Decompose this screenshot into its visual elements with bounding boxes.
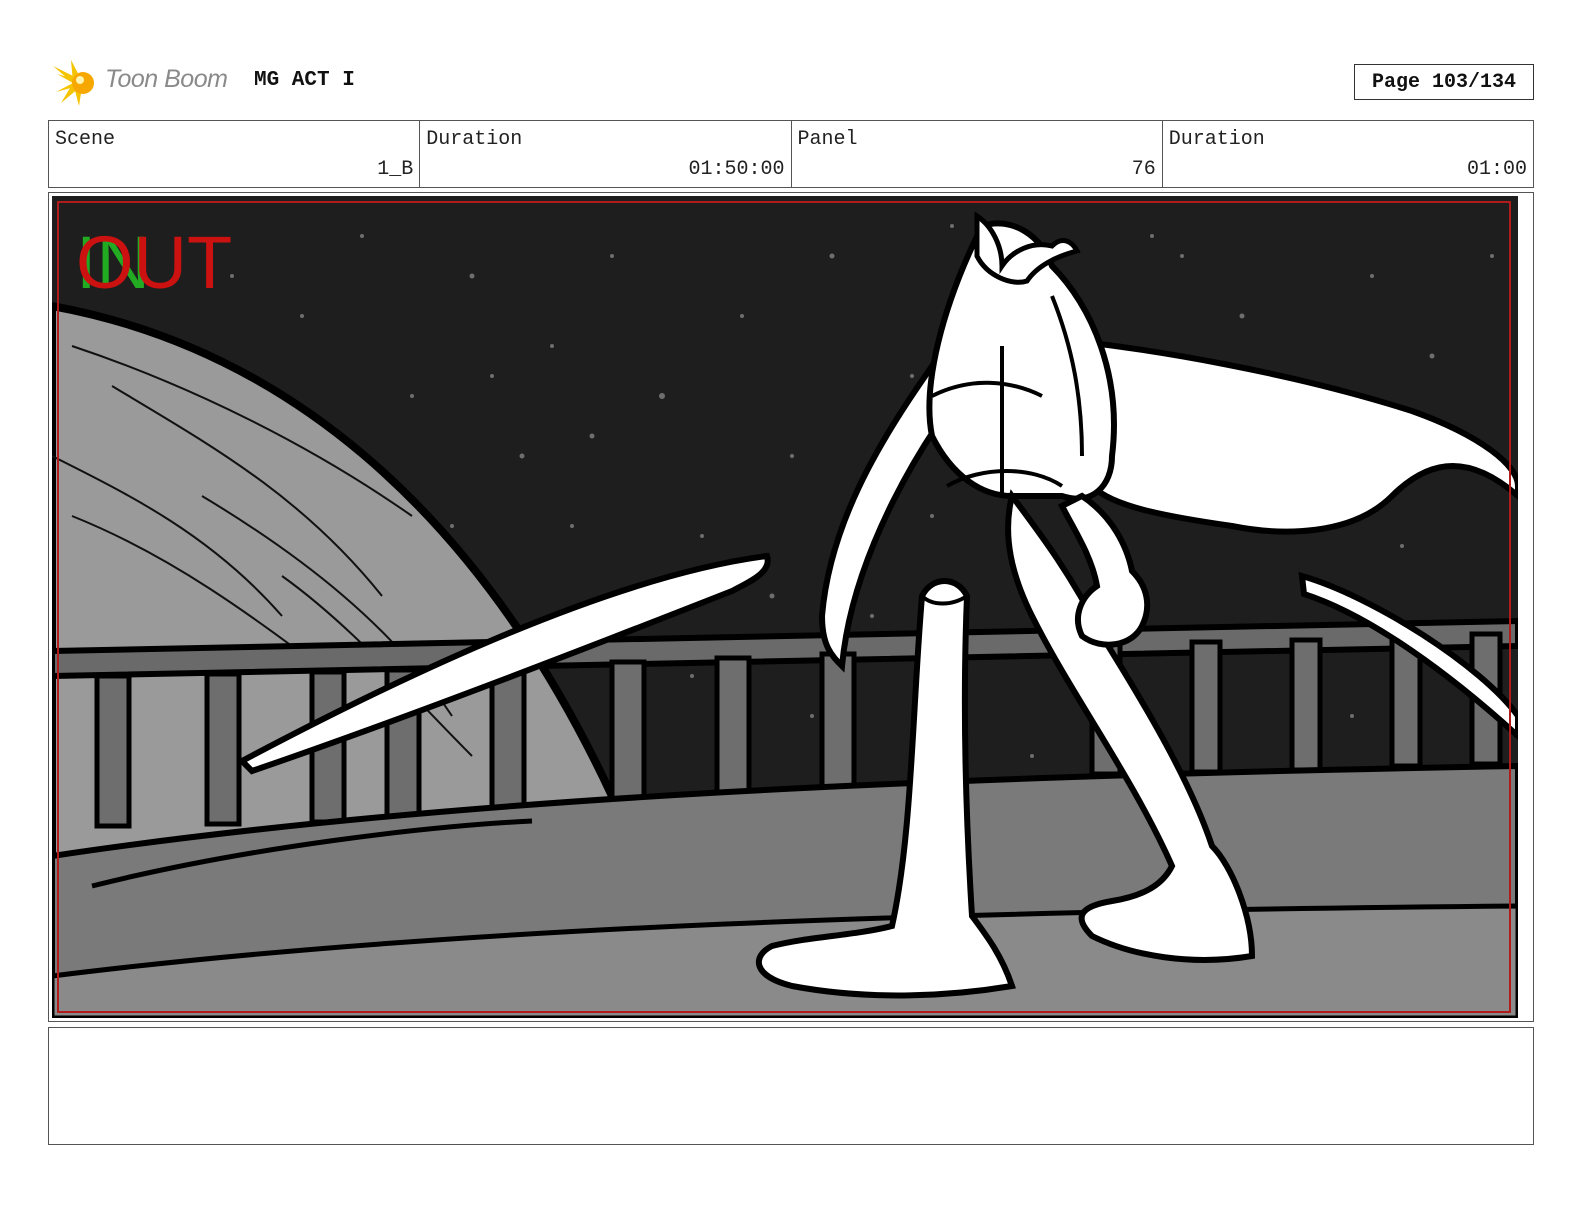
scene-info-row: Scene 1_B Duration 01:50:00 Panel 76 Dur… xyxy=(48,120,1534,188)
scene-cell: Scene 1_B xyxy=(49,121,421,187)
panel-duration-value: 01:00 xyxy=(1466,158,1527,181)
panel-cell: Panel 76 xyxy=(792,121,1163,187)
page-indicator: Page 103/134 xyxy=(1354,64,1534,100)
overlay-out-label: OUT xyxy=(76,221,232,304)
brand-name: Toon Boom xyxy=(105,65,228,93)
scene-value: 1_B xyxy=(377,158,414,181)
storyboard-panel: IN OUT xyxy=(48,192,1534,1022)
scene-duration-cell: Duration 01:50:00 xyxy=(420,121,792,187)
panel-duration-label: Duration xyxy=(1168,128,1265,151)
panel-notes-box[interactable] xyxy=(48,1027,1534,1145)
scene-label: Scene xyxy=(55,128,116,151)
project-title: MG ACT I xyxy=(254,69,355,92)
panel-artwork: IN OUT xyxy=(52,196,1518,1018)
scene-duration-label: Duration xyxy=(426,128,523,151)
panel-label: Panel xyxy=(797,128,858,151)
toon-boom-logo-icon xyxy=(51,60,94,106)
scene-duration-value: 01:50:00 xyxy=(688,158,785,181)
storyboard-header: Toon Boom MG ACT I Page 103/134 xyxy=(48,52,1534,112)
panel-value: 76 xyxy=(1131,158,1156,181)
panel-duration-cell: Duration 01:00 xyxy=(1163,121,1533,187)
